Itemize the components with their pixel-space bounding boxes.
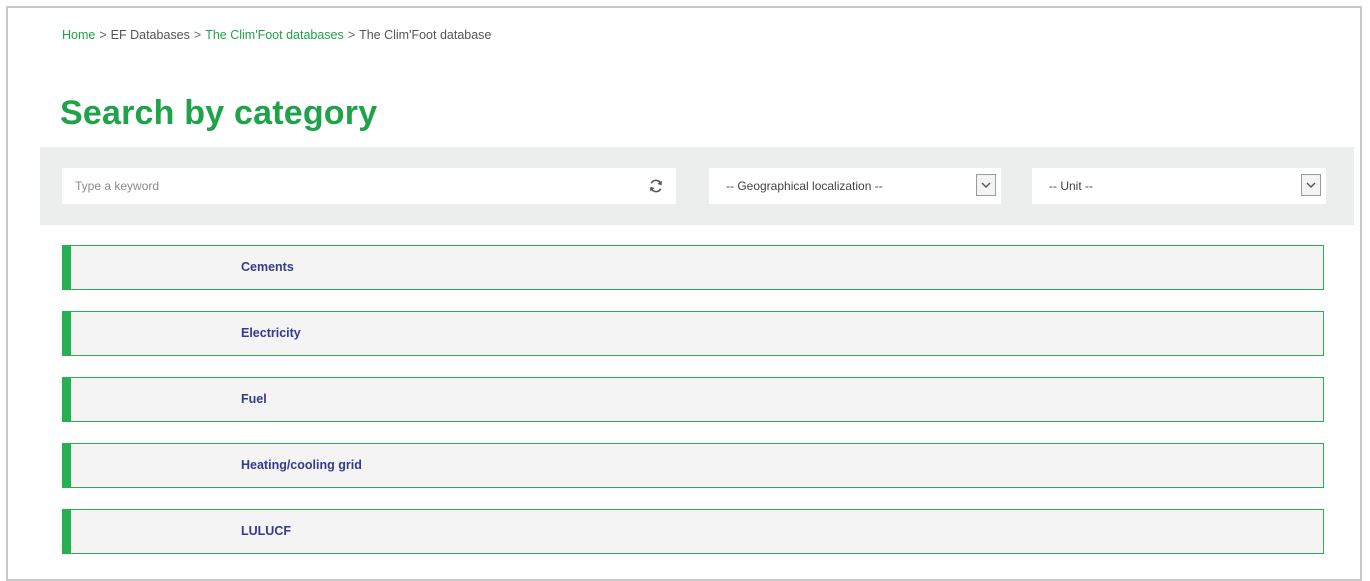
- geo-select-value: -- Geographical localization --: [726, 179, 883, 193]
- chevron-down-icon[interactable]: [976, 174, 996, 196]
- category-item-cements[interactable]: Cements: [62, 245, 1324, 290]
- breadcrumb-separator: >: [99, 28, 107, 42]
- page-frame: Home > EF Databases > The Clim'Foot database…: [6, 6, 1362, 581]
- keyword-search-input[interactable]: [62, 168, 632, 204]
- breadcrumb-separator: >: [347, 28, 356, 42]
- breadcrumb-current-page: The Clim'Foot database: [359, 28, 492, 42]
- category-label: Fuel: [241, 392, 267, 406]
- refresh-icon[interactable]: [648, 178, 664, 194]
- category-item-heating-cooling-grid[interactable]: Heating/cooling grid: [62, 443, 1324, 488]
- breadcrumb-home-link[interactable]: Home: [62, 28, 95, 42]
- breadcrumb-climfoot-databases-link[interactable]: The Clim'Foot databases: [205, 28, 344, 42]
- page-title: Search by category: [60, 94, 378, 132]
- unit-select[interactable]: -- Unit --: [1032, 168, 1326, 204]
- category-label: Electricity: [241, 326, 301, 340]
- geographical-localization-select[interactable]: -- Geographical localization --: [709, 168, 1001, 204]
- category-item-fuel[interactable]: Fuel: [62, 377, 1324, 422]
- category-label: Heating/cooling grid: [241, 458, 362, 472]
- breadcrumb: Home > EF Databases > The Clim'Foot database…: [62, 28, 491, 42]
- keyword-search-box: [62, 168, 676, 204]
- category-label: LULUCF: [241, 524, 291, 538]
- breadcrumb-ef-databases: EF Databases: [110, 28, 190, 42]
- search-filter-bar: -- Geographical localization -- -- Unit …: [40, 147, 1354, 225]
- unit-select-value: -- Unit --: [1049, 179, 1093, 193]
- category-list: Cements Electricity Fuel Heating/cooling…: [62, 245, 1324, 575]
- breadcrumb-separator: >: [193, 28, 202, 42]
- category-item-lulucf[interactable]: LULUCF: [62, 509, 1324, 554]
- category-item-electricity[interactable]: Electricity: [62, 311, 1324, 356]
- category-label: Cements: [241, 260, 294, 274]
- chevron-down-icon[interactable]: [1301, 174, 1321, 196]
